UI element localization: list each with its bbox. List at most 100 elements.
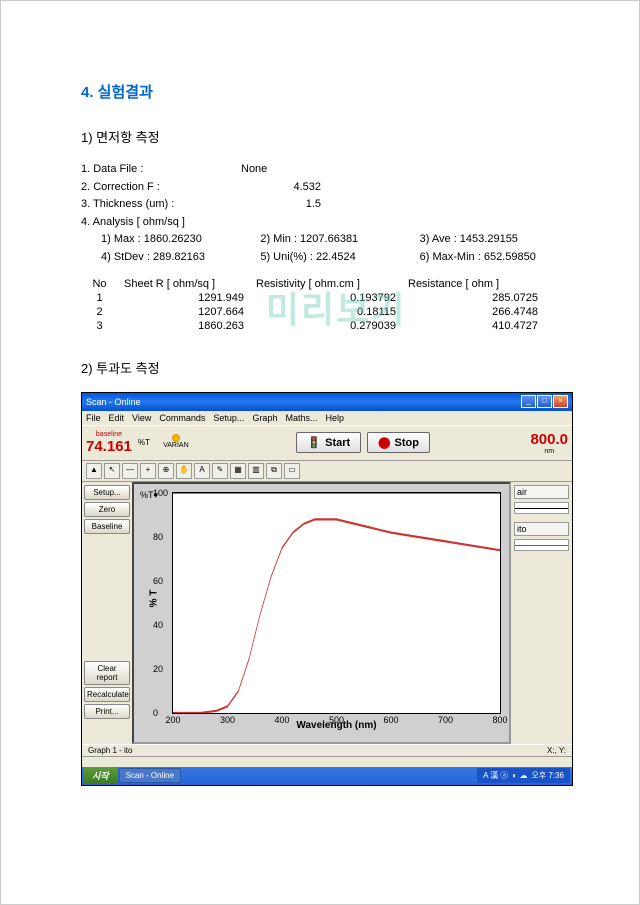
table-row: 2 1207.664 0.18115 266.4748 [81,305,544,319]
x-tick: 600 [383,715,398,725]
menu-file[interactable]: File [86,413,101,423]
cell: 285.0725 [402,291,544,305]
menu-commands[interactable]: Commands [159,413,205,423]
traffic-light-icon: 🚦 [307,436,321,449]
x-tick: 500 [329,715,344,725]
tray-time: 오후 7:36 [531,770,564,781]
chart-svg [173,493,500,713]
zoom-icon[interactable]: ⊕ [158,463,174,479]
data-file-label: 1. Data File : [81,161,241,179]
cell: 0.18115 [250,305,402,319]
varian-logo: VARIAN [156,434,196,452]
grid-icon[interactable]: ▦ [230,463,246,479]
main-area: Setup... Zero Baseline Clear report Reca… [82,482,572,744]
print-button[interactable]: Print... [84,704,130,719]
icon-toolbar: ▲ ↖ — + ⊕ ✋ A ✎ ▦ ▥ ⧉ ▭ [82,461,572,482]
analysis-maxmin: 6) Max-Min : 652.59850 [420,249,569,267]
start-menu-button[interactable]: 시작 [84,767,117,784]
section-2-heading: 2) 투과도 측정 [81,358,569,377]
wavelength-value: 800.0 [530,431,568,448]
baseline-button[interactable]: Baseline [84,519,130,534]
readout-value: 74.161 [86,438,132,455]
stop-icon: ⬤ [378,436,390,449]
clear-report-button[interactable]: Clear report [84,661,130,685]
thickness-label: 3. Thickness (um) : [81,196,241,214]
start-label: Start [325,437,350,449]
taskbar: 시작 Scan - Online A 漢 ⓐ ◐ ☁ 오후 7:36 [82,767,572,785]
correction-label: 2. Correction F : [81,179,241,197]
setup-button[interactable]: Setup... [84,485,130,500]
x-tick: 200 [165,715,180,725]
window-title: Scan - Online [86,397,141,407]
system-tray[interactable]: A 漢 ⓐ ◐ ☁ 오후 7:36 [477,768,570,783]
menu-edit[interactable]: Edit [109,413,125,423]
cell: 2 [81,305,118,319]
left-sidebar: Setup... Zero Baseline Clear report Reca… [82,482,132,744]
analysis-ave: 3) Ave : 1453.29155 [420,231,569,249]
th-sheet: Sheet R [ ohm/sq ] [118,277,250,291]
close-button[interactable]: × [553,395,568,408]
ruler-icon[interactable]: — [122,463,138,479]
analysis-label: 4. Analysis [ ohm/sq ] [81,214,569,232]
menu-graph[interactable]: Graph [252,413,277,423]
recalculate-button[interactable]: Recalculate [84,687,130,702]
graph-footer-left: Graph 1 - ito [88,746,132,755]
menu-setup[interactable]: Setup... [213,413,244,423]
view-icon[interactable]: ▭ [284,463,300,479]
graph-footer-right: X:, Y: [547,746,566,755]
zero-button[interactable]: Zero [84,502,130,517]
readout-left: baseline 74.161 [86,431,132,455]
x-tick: 700 [438,715,453,725]
analysis-min: 2) Min : 1207.66381 [260,231,409,249]
th-resistance: Resistance [ ohm ] [402,277,544,291]
cell: 1207.664 [118,305,250,319]
cell: 3 [81,319,118,333]
logo-text: VARIAN [163,442,189,449]
taskbar-item[interactable]: Scan - Online [119,768,181,783]
app-window: Scan - Online _ □ × File Edit View Comma… [81,392,573,786]
chart-plot[interactable]: % T Wavelength (nm) 100 80 60 40 20 0 20… [172,492,501,714]
wavelength-unit: nm [544,448,554,455]
copy-icon[interactable]: ⧉ [266,463,282,479]
page-title: 4. 실험결과 [81,81,569,102]
y-tick: 60 [153,576,163,586]
minimize-button[interactable]: _ [521,395,536,408]
analysis-max: 1) Max : 1860.26230 [101,231,250,249]
y-tick: 80 [153,532,163,542]
tray-icons: ◐ ☁ [512,771,527,780]
menu-view[interactable]: View [132,413,151,423]
text-icon[interactable]: A [194,463,210,479]
section-1-heading: 1) 면저항 측정 [81,127,569,146]
table-row: 1 1291.949 0.193792 285.0725 [81,291,544,305]
arrow-icon[interactable]: ↖ [104,463,120,479]
status-bar [82,756,572,767]
y-tick: 20 [153,664,163,674]
data-file-value: None [241,161,267,179]
edit-icon[interactable]: ✎ [212,463,228,479]
tray-lang: A 漢 ⓐ [483,770,508,781]
cell: 0.193792 [250,291,402,305]
readout-unit: %T [138,438,150,447]
cell: 1 [81,291,118,305]
cell: 266.4748 [402,305,544,319]
graph-footer: Graph 1 - ito X:, Y: [82,744,572,756]
pointer-icon[interactable]: ▲ [86,463,102,479]
analysis-stdev: 4) StDev : 289.82163 [101,249,250,267]
menu-maths[interactable]: Maths... [285,413,317,423]
measurement-table: No Sheet R [ ohm/sq ] Resistivity [ ohm.… [81,277,544,333]
start-button[interactable]: 🚦 Start [296,432,361,453]
x-tick: 400 [274,715,289,725]
legend-air-swatch [514,502,569,514]
chart-icon[interactable]: ▥ [248,463,264,479]
menu-bar: File Edit View Commands Setup... Graph M… [82,411,572,425]
stop-button[interactable]: ⬤ Stop [367,432,430,453]
maximize-button[interactable]: □ [537,395,552,408]
menu-help[interactable]: Help [325,413,344,423]
ito-line [173,519,500,713]
hand-icon[interactable]: ✋ [176,463,192,479]
legend-air[interactable]: air [514,485,569,499]
legend-ito[interactable]: ito [514,522,569,536]
correction-value: 4.532 [241,179,321,197]
analysis-uni: 5) Uni(%) : 22.4524 [260,249,409,267]
cross-icon[interactable]: + [140,463,156,479]
